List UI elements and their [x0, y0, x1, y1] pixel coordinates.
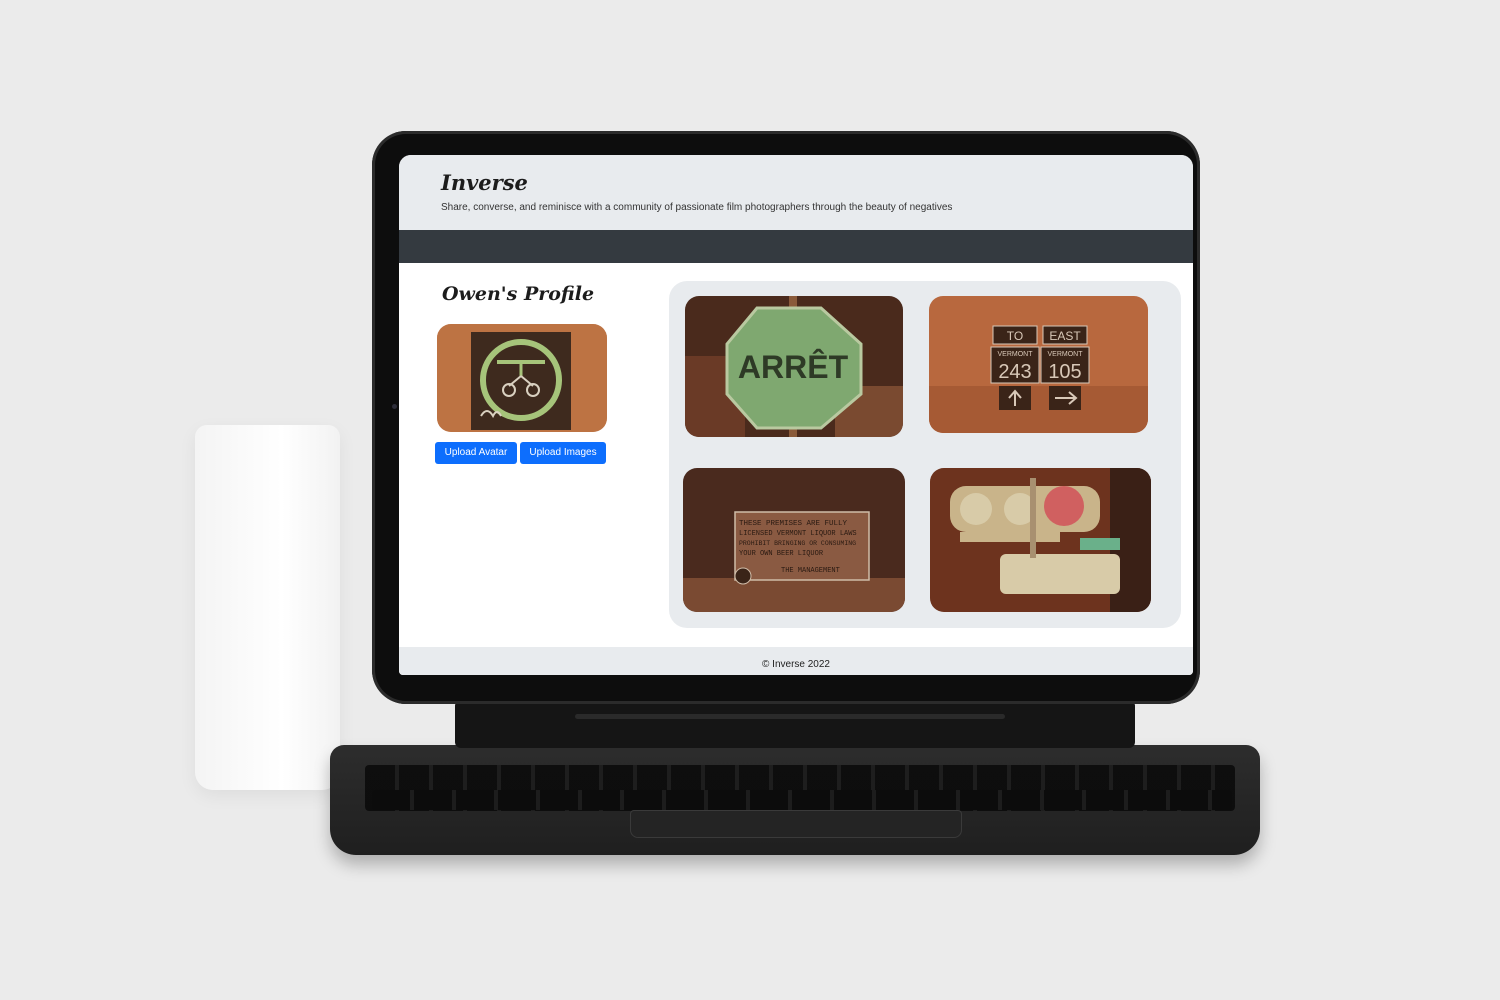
notice-line-4: YOUR OWN BEER LIQUOR [739, 550, 824, 558]
sign-vermont-right: VERMONT [1048, 351, 1084, 358]
sign-east-text: EAST [1049, 329, 1081, 343]
stop-sign-text: ARRÊT [738, 349, 849, 385]
navbar [399, 230, 1193, 263]
sign-route-left: 243 [998, 361, 1031, 383]
stop-sign-negative-photo-icon [437, 324, 607, 432]
trackpad [630, 810, 962, 838]
hinge-line [575, 714, 1005, 719]
notice-line-5: THE MANAGEMENT [781, 567, 840, 575]
notice-line-3: PROHIBIT BRINGING OR CONSUMING [739, 540, 856, 547]
sign-vermont-left: VERMONT [998, 351, 1034, 358]
gallery-photo[interactable]: THESE PREMISES ARE FULLY LICENSED VERMON… [683, 468, 905, 612]
site-footer: © Inverse 2022 [399, 647, 1193, 675]
gallery-photo[interactable]: TO EAST VERMONT 243 VERMONT 105 [929, 296, 1148, 433]
avatar [437, 324, 607, 432]
upload-avatar-button[interactable]: Upload Avatar [435, 442, 517, 464]
sign-route-right: 105 [1048, 361, 1081, 383]
profile-title: Owen's Profile [442, 283, 595, 305]
gallery-photo[interactable] [930, 468, 1151, 612]
device-stand [195, 425, 340, 790]
brand-title[interactable]: Inverse [441, 170, 528, 195]
gallery-photo[interactable]: ARRÊT [685, 296, 903, 437]
stop-sign-photo-icon: ARRÊT [685, 296, 903, 437]
keyboard-keys-row [372, 790, 1232, 810]
keyboard-hinge [455, 700, 1135, 748]
tablet-screen: Inverse Share, converse, and reminisce w… [399, 155, 1193, 675]
notice-sign-photo-icon: THESE PREMISES ARE FULLY LICENSED VERMON… [683, 468, 905, 612]
road-sign-photo-icon: TO EAST VERMONT 243 VERMONT 105 [929, 296, 1148, 433]
site-header: Inverse Share, converse, and reminisce w… [399, 155, 1193, 230]
traffic-light-photo-icon [930, 468, 1151, 612]
sign-to-text: TO [1007, 329, 1023, 343]
camera-dot [392, 404, 397, 409]
upload-images-button[interactable]: Upload Images [520, 442, 606, 464]
notice-line-1: THESE PREMISES ARE FULLY [739, 520, 848, 528]
site-tagline: Share, converse, and reminisce with a co… [441, 202, 953, 213]
notice-line-2: LICENSED VERMONT LIQUOR LAWS [739, 530, 857, 538]
